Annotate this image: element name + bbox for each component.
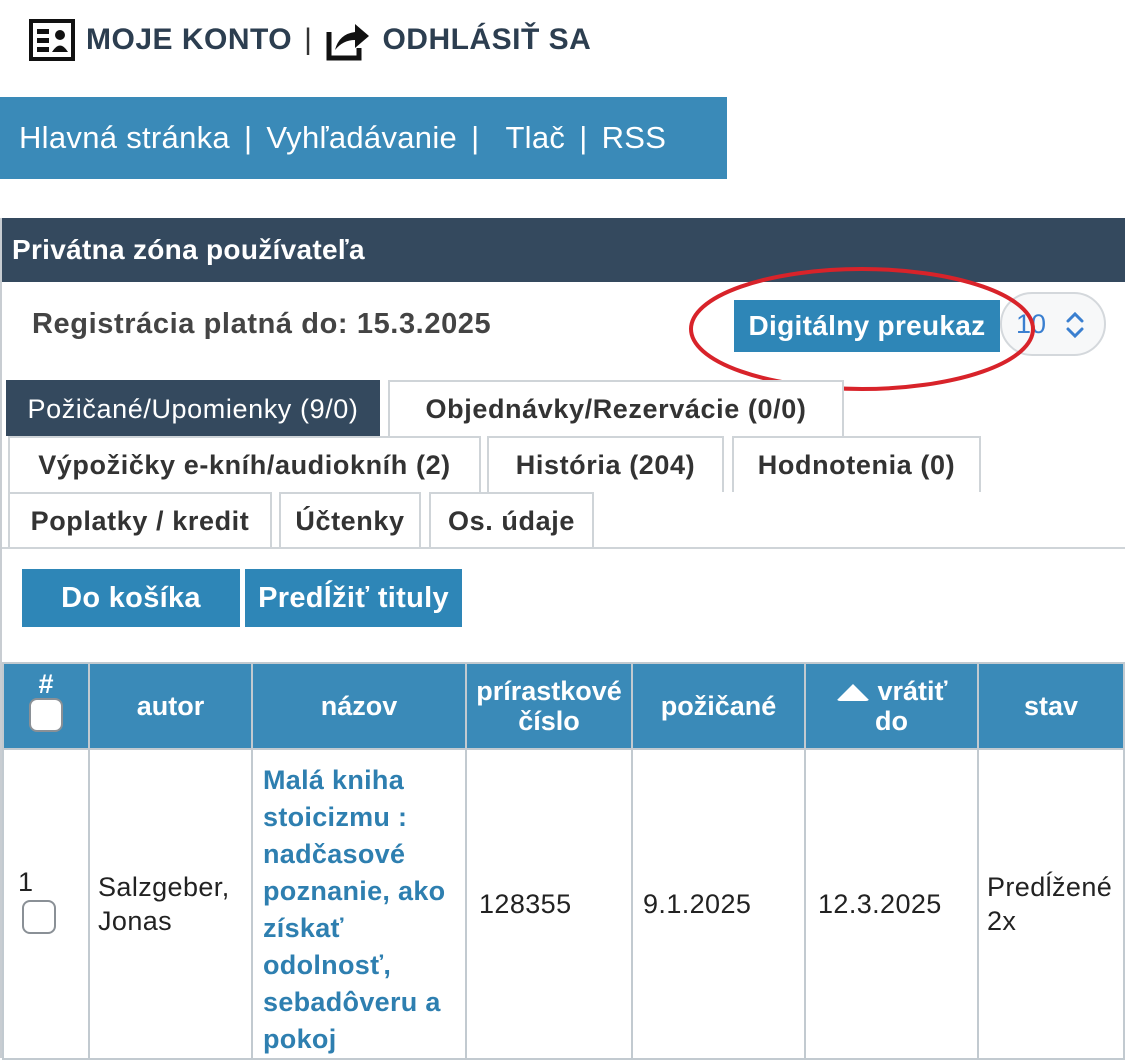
- tabs-divider: [2, 547, 1125, 549]
- col-due-line2: do: [875, 706, 908, 736]
- tab-personal-data[interactable]: Os. údaje: [429, 492, 594, 548]
- main-nav: Hlavná stránka | Vyhľadávanie | Tlač | R…: [0, 97, 727, 179]
- col-title[interactable]: názov: [251, 662, 467, 750]
- status-line2: 2x: [987, 906, 1017, 936]
- nav-separator: |: [471, 120, 480, 155]
- tab-ratings[interactable]: Hodnotenia (0): [732, 436, 981, 492]
- chevron-updown-icon: [1066, 311, 1084, 339]
- col-accession-line2: číslo: [518, 706, 580, 736]
- col-borrowed[interactable]: požičané: [631, 662, 806, 750]
- cell-due: 12.3.2025: [804, 749, 979, 1060]
- logout-link[interactable]: ODHLÁSIŤ SA: [382, 23, 591, 57]
- row-number: 1: [18, 867, 34, 897]
- col-accession[interactable]: prírastkové číslo: [465, 662, 633, 750]
- col-author[interactable]: autor: [88, 662, 253, 750]
- tab-loans[interactable]: Požičané/Upomienky (9/0): [6, 380, 380, 436]
- col-due-line1: vrátiť: [877, 676, 948, 706]
- table-header-row: # autor názov prírastkové číslo požičané…: [2, 662, 1125, 750]
- author-line2: Jonas: [98, 906, 173, 936]
- page-size-select[interactable]: 10: [1000, 292, 1106, 356]
- nav-separator: |: [243, 120, 253, 155]
- tab-history[interactable]: História (204): [487, 436, 724, 492]
- logout-share-icon[interactable]: [324, 17, 372, 63]
- registration-date: 15.3.2025: [356, 308, 492, 340]
- tab-orders[interactable]: Objednávky/Rezervácie (0/0): [388, 380, 844, 436]
- cell-status: Predĺžené 2x: [977, 749, 1125, 1060]
- nav-separator: |: [579, 120, 588, 155]
- cell-number: 1: [2, 749, 90, 1060]
- col-status[interactable]: stav: [977, 662, 1125, 750]
- account-bar: MOJE KONTO | ODHLÁSIŤ SA: [28, 16, 591, 64]
- nav-rss[interactable]: RSS: [602, 120, 667, 156]
- my-account-link[interactable]: MOJE KONTO: [86, 23, 292, 57]
- status-line1: Predĺžené: [987, 872, 1113, 902]
- id-card-icon[interactable]: [28, 17, 76, 63]
- cell-accession: 128355: [465, 749, 633, 1060]
- nav-home[interactable]: Hlavná stránka: [19, 120, 230, 156]
- author-line1: Salzgeber,: [98, 872, 230, 902]
- renew-titles-button[interactable]: Predĺžiť tituly: [245, 569, 462, 627]
- col-number: #: [2, 662, 90, 750]
- cell-author: Salzgeber, Jonas: [88, 749, 253, 1060]
- panel-title: Privátna zóna používateľa: [2, 218, 1125, 282]
- tab-fees[interactable]: Poplatky / kredit: [8, 492, 272, 548]
- sort-ascending-icon: [835, 684, 870, 702]
- table-row: 1 Salzgeber, Jonas Malá kniha stoicizmu …: [2, 749, 1125, 1060]
- row-checkbox[interactable]: [22, 900, 56, 934]
- cell-title: Malá kniha stoicizmu : nadčasové poznani…: [251, 749, 467, 1060]
- loans-table: # autor názov prírastkové číslo požičané…: [2, 662, 1125, 1060]
- page-size-value: 10: [1016, 308, 1047, 339]
- nav-search[interactable]: Vyhľadávanie: [266, 120, 457, 156]
- col-number-label: #: [38, 669, 54, 699]
- cell-borrowed: 9.1.2025: [631, 749, 806, 1060]
- digital-card-button[interactable]: Digitálny preukaz: [734, 300, 1000, 352]
- tab-ebooks[interactable]: Výpožičky e-kníh/audiokníh (2): [8, 436, 481, 492]
- col-due[interactable]: vrátiť do: [804, 662, 979, 750]
- title-link[interactable]: Malá kniha stoicizmu : nadčasové poznani…: [253, 750, 465, 1058]
- nav-print[interactable]: Tlač: [505, 120, 565, 156]
- registration-label: Registrácia platná do:: [32, 308, 349, 340]
- add-to-cart-button[interactable]: Do košíka: [22, 569, 240, 627]
- select-all-checkbox[interactable]: [29, 698, 63, 732]
- account-separator: |: [304, 23, 313, 56]
- registration-info: Registrácia platná do: 15.3.2025: [32, 308, 491, 341]
- col-accession-line1: prírastkové: [476, 676, 622, 706]
- tab-receipts[interactable]: Účtenky: [279, 492, 421, 548]
